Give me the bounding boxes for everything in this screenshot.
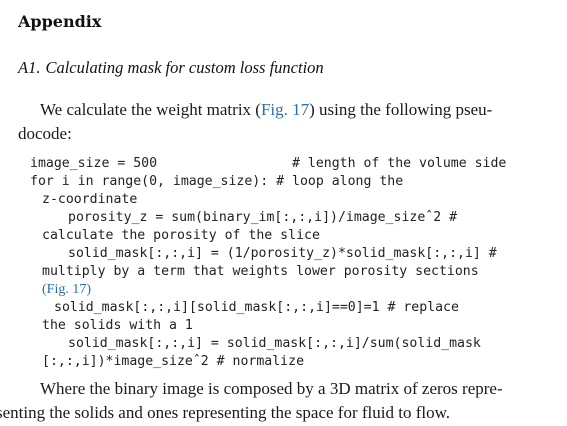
code-line-8: (Fig. 17) <box>30 281 550 299</box>
code-line-2: for i in range(0, image_size): # loop al… <box>30 174 404 189</box>
figure-reference-link[interactable]: Fig. 17 <box>261 100 309 119</box>
code-line-3: z-coordinate <box>42 192 138 207</box>
intro-text-line2: docode: <box>18 124 72 143</box>
code-line-10: the solids with a 1 <box>42 318 193 333</box>
code-line-7: multiply by a term that weights lower po… <box>42 264 479 279</box>
code-figure-reference-link[interactable]: (Fig. 17) <box>42 282 91 297</box>
subsection-title-text: Calculating mask for custom loss functio… <box>45 58 324 77</box>
pseudocode-block: image_size = 500 # length of the volume … <box>30 155 550 371</box>
intro-text-start: We calculate the weight matrix ( <box>40 100 261 119</box>
section-title: Appendix <box>18 12 102 31</box>
outro-text-line1: Where the binary image is composed by a … <box>40 379 503 398</box>
outro-text-line2: senting the solids and ones representing… <box>0 403 451 422</box>
code-line-12: [:,:,i])*image_sizeˆ2 # normalize <box>42 354 305 369</box>
code-line-11: solid_mask[:,:,i] = solid_mask[:,:,i]/su… <box>68 336 481 351</box>
subsection-title: A1. Calculating mask for custom loss func… <box>18 58 324 78</box>
intro-text-end: ) using the following pseu- <box>309 100 493 119</box>
outro-paragraph: Where the binary image is composed by a … <box>0 377 548 425</box>
code-line-6: solid_mask[:,:,i] = (1/porosity_z)*solid… <box>68 246 497 261</box>
code-line-9: solid_mask[:,:,i][solid_mask[:,:,i]==0]=… <box>54 300 459 315</box>
code-line-4: porosity_z = sum(binary_im[:,:,i])/image… <box>68 210 458 225</box>
code-line-1: image_size = 500 # length of the volume … <box>30 156 507 171</box>
intro-paragraph: We calculate the weight matrix (Fig. 17)… <box>18 98 548 146</box>
code-line-5: calculate the porosity of the slice <box>42 228 320 243</box>
subsection-number: A1. <box>18 58 41 77</box>
